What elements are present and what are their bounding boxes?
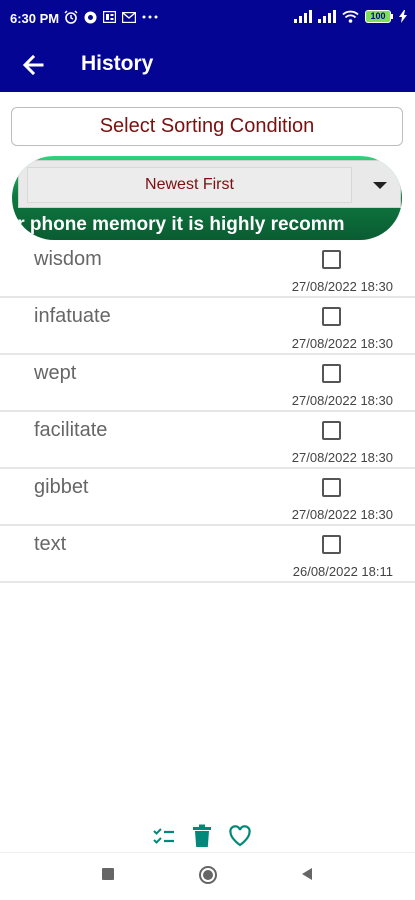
history-date: 26/08/2022 18:11 [292,564,393,579]
list-item[interactable]: wisdom 27/08/2022 18:30 [0,241,415,298]
back-nav-icon[interactable] [300,867,314,881]
app-bar: History [0,38,415,92]
home-icon[interactable] [198,865,218,885]
page-title: History [81,52,154,75]
app-notification-icon [84,11,97,23]
status-left-icons [64,10,158,24]
list-item[interactable]: infatuate 27/08/2022 18:30 [0,298,415,355]
status-bar: 6:30 PM 100 [0,0,415,38]
charging-icon [399,10,407,23]
history-word: infatuate [34,305,111,327]
alarm-icon [64,10,78,24]
signal-icon-2 [318,10,336,23]
sort-banner: Newest First our phone memory it is high… [12,156,402,240]
sort-dropdown-value: Newest First [27,167,352,203]
history-word: text [34,533,67,555]
history-date: 27/08/2022 18:30 [291,450,393,465]
history-word: wept [34,362,77,384]
delete-icon[interactable] [192,824,212,848]
battery-level: 100 [365,10,391,23]
select-all-icon[interactable] [152,824,176,848]
gmail-icon [122,11,136,23]
news-icon [103,11,116,23]
status-right-icons: 100 [294,10,407,23]
arrow-back-icon[interactable] [18,50,48,80]
select-checkbox[interactable] [322,364,341,383]
list-item[interactable]: gibbet 27/08/2022 18:30 [0,469,415,526]
select-sorting-condition-button[interactable]: Select Sorting Condition [11,107,403,146]
signal-icon [294,10,312,23]
wifi-icon [342,10,359,23]
favorite-icon[interactable] [228,824,252,848]
history-date: 27/08/2022 18:30 [291,393,393,408]
more-notifications-icon [142,15,158,19]
select-checkbox[interactable] [322,421,341,440]
history-word: gibbet [34,476,89,498]
select-checkbox[interactable] [322,307,341,326]
list-item[interactable]: text 26/08/2022 18:11 [0,526,415,583]
bottom-action-bar [0,824,415,852]
select-checkbox[interactable] [322,478,341,497]
history-word: facilitate [34,419,108,441]
recent-apps-icon[interactable] [101,867,115,881]
history-date: 27/08/2022 18:30 [291,507,393,522]
dropdown-arrow-icon [373,182,387,189]
list-item[interactable]: wept 27/08/2022 18:30 [0,355,415,412]
status-time: 6:30 PM [10,11,60,26]
select-checkbox[interactable] [322,250,341,269]
history-word: wisdom [34,248,102,270]
history-date: 27/08/2022 18:30 [291,279,393,294]
battery-icon: 100 [365,10,393,23]
banner-marquee: our phone memory it is highly recomm [12,214,402,236]
list-item[interactable]: facilitate 27/08/2022 18:30 [0,412,415,469]
banner-text: our phone memory it is highly recomm [12,214,345,235]
select-checkbox[interactable] [322,535,341,554]
history-list: wisdom 27/08/2022 18:30 infatuate 27/08/… [0,241,415,583]
system-nav-bar [0,852,415,900]
sort-dropdown[interactable]: Newest First [18,160,401,208]
history-date: 27/08/2022 18:30 [291,336,393,351]
